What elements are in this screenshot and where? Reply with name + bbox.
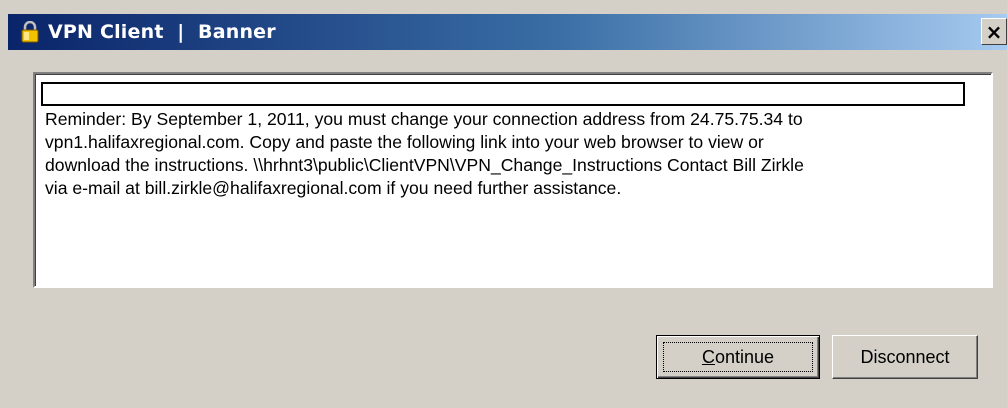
close-icon: × xyxy=(985,19,1003,44)
disconnect-button-label: Disconnect xyxy=(860,346,950,367)
banner-text-area[interactable]: Reminder: By September 1, 2011, you must… xyxy=(33,72,993,288)
banner-first-line-selection[interactable] xyxy=(41,82,965,106)
banner-message: Reminder: By September 1, 2011, you must… xyxy=(45,109,804,198)
continue-button[interactable]: Continue xyxy=(656,335,820,379)
title-bar[interactable]: VPN Client | Banner × xyxy=(8,14,1007,50)
focus-rectangle xyxy=(663,342,813,372)
vpn-banner-dialog: VPN Client | Banner × Reminder: By Septe… xyxy=(0,0,1007,408)
close-button[interactable]: × xyxy=(981,18,1007,45)
disconnect-button[interactable]: Disconnect xyxy=(832,335,978,379)
padlock-icon xyxy=(20,20,40,43)
window-title: VPN Client | Banner xyxy=(48,21,276,43)
